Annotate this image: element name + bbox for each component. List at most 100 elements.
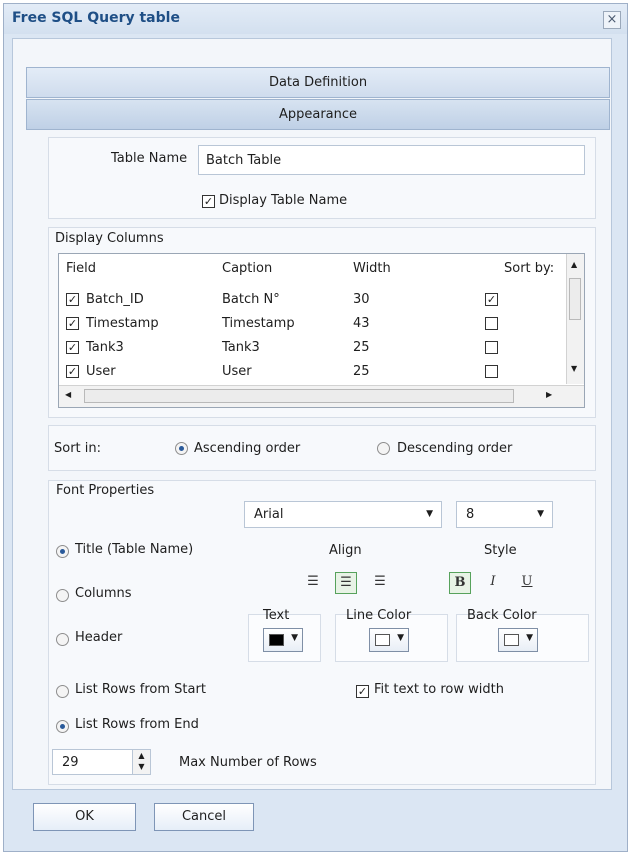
cancel-button[interactable]: Cancel: [154, 803, 254, 831]
fit-text-checkbox[interactable]: ✓: [356, 685, 369, 698]
back-color-swatch: [504, 634, 519, 646]
sort-group: Sort in: Ascending order Descending orde…: [48, 425, 596, 471]
tab-appearance[interactable]: Appearance: [26, 99, 610, 130]
vertical-scroll-thumb[interactable]: [569, 278, 581, 320]
table-row[interactable]: ✓ Timestamp Timestamp 43: [59, 312, 564, 336]
table-name-input[interactable]: Batch Table: [198, 145, 585, 175]
align-label: Align: [329, 543, 362, 558]
row-sort-checkbox[interactable]: [485, 317, 498, 330]
dialog-title: Free SQL Query table: [12, 10, 180, 26]
max-rows-value: 29: [62, 755, 79, 770]
align-right-icon[interactable]: ☰: [369, 572, 391, 594]
scroll-down-icon[interactable]: ▼: [571, 364, 577, 373]
row-caption: Timestamp: [222, 316, 295, 331]
font-size-value: 8: [466, 507, 475, 522]
display-table-name-label: Display Table Name: [219, 193, 348, 208]
back-color-label: Back Color: [467, 608, 537, 623]
row-sort-checkbox[interactable]: ✓: [485, 293, 498, 306]
row-caption: Tank3: [222, 340, 260, 355]
list-from-start-label: List Rows from Start: [75, 682, 206, 697]
align-center-icon[interactable]: ☰: [335, 572, 357, 594]
back-color-button[interactable]: ▼: [498, 628, 538, 652]
column-header-sort: Sort by:: [504, 261, 555, 276]
bold-icon[interactable]: B: [449, 572, 471, 594]
text-color-swatch: [269, 634, 284, 646]
descending-label: Descending order: [397, 441, 513, 456]
row-enabled-checkbox[interactable]: ✓: [66, 365, 79, 378]
display-columns-legend: Display Columns: [55, 231, 164, 246]
row-width: 25: [353, 340, 370, 355]
row-width: 25: [353, 364, 370, 379]
row-width: 30: [353, 292, 370, 307]
style-label: Style: [484, 543, 517, 558]
row-caption: Batch N°: [222, 292, 280, 307]
font-size-select[interactable]: 8 ▼: [456, 501, 553, 528]
row-caption: User: [222, 364, 252, 379]
close-icon[interactable]: ×: [603, 11, 621, 29]
underline-icon[interactable]: U: [516, 572, 538, 594]
fit-text-label: Fit text to row width: [374, 682, 504, 697]
dropdown-arrow-icon: ▼: [397, 633, 404, 643]
scroll-right-icon[interactable]: ▶: [546, 390, 552, 399]
column-header-caption: Caption: [222, 261, 273, 276]
line-color-label: Line Color: [346, 608, 412, 623]
horizontal-scroll-thumb[interactable]: [84, 389, 514, 403]
scroll-up-icon[interactable]: ▲: [571, 260, 577, 269]
max-rows-spinner[interactable]: 29 ▲ ▼: [52, 749, 151, 775]
font-family-value: Arial: [254, 507, 284, 522]
table-row[interactable]: ✓ User User 25: [59, 360, 564, 384]
row-width: 43: [353, 316, 370, 331]
row-sort-checkbox[interactable]: [485, 341, 498, 354]
spinner-arrows[interactable]: ▲ ▼: [132, 750, 150, 774]
ascending-label: Ascending order: [194, 441, 301, 456]
row-enabled-checkbox[interactable]: ✓: [66, 293, 79, 306]
line-color-swatch: [375, 634, 390, 646]
columns-radio-label: Columns: [75, 586, 132, 601]
scroll-left-icon[interactable]: ◀: [65, 390, 71, 399]
title-radio-label: Title (Table Name): [75, 542, 194, 557]
columns-radio[interactable]: [56, 589, 69, 602]
ascending-radio[interactable]: [175, 442, 188, 455]
list-from-end-radio[interactable]: [56, 720, 69, 733]
row-field: Batch_ID: [86, 292, 144, 307]
title-radio[interactable]: [56, 545, 69, 558]
table-header-row: Field Caption Width Sort by:: [59, 257, 564, 283]
font-family-select[interactable]: Arial ▼: [244, 501, 442, 528]
table-row[interactable]: ✓ Batch_ID Batch N° 30 ✓: [59, 288, 564, 312]
table-name-label: Table Name: [111, 151, 188, 166]
header-radio[interactable]: [56, 633, 69, 646]
row-field: User: [86, 364, 116, 379]
row-enabled-checkbox[interactable]: ✓: [66, 341, 79, 354]
ok-button[interactable]: OK: [33, 803, 136, 831]
font-properties-legend: Font Properties: [56, 483, 155, 498]
text-color-label: Text: [263, 608, 290, 623]
list-from-end-label: List Rows from End: [75, 717, 199, 732]
row-sort-checkbox[interactable]: [485, 365, 498, 378]
dropdown-arrow-icon: ▼: [537, 509, 544, 519]
descending-radio[interactable]: [377, 442, 390, 455]
row-enabled-checkbox[interactable]: ✓: [66, 317, 79, 330]
vertical-scrollbar[interactable]: ▲ ▼: [566, 254, 584, 384]
italic-icon[interactable]: I: [482, 572, 504, 594]
column-header-width: Width: [353, 261, 391, 276]
max-rows-label: Max Number of Rows: [179, 755, 317, 770]
align-left-icon[interactable]: ☰: [302, 572, 324, 594]
line-color-button[interactable]: ▼: [369, 628, 409, 652]
horizontal-scrollbar[interactable]: ◀ ▶: [59, 385, 584, 407]
table-row[interactable]: ✓ Tank3 Tank3 25: [59, 336, 564, 360]
header-radio-label: Header: [75, 630, 123, 645]
row-field: Timestamp: [86, 316, 159, 331]
sort-label: Sort in:: [54, 441, 102, 456]
spin-down-icon[interactable]: ▼: [133, 761, 150, 772]
list-from-start-radio[interactable]: [56, 685, 69, 698]
dropdown-arrow-icon: ▼: [291, 633, 298, 643]
columns-table: Field Caption Width Sort by: ✓ Batch_ID …: [58, 253, 585, 408]
dropdown-arrow-icon: ▼: [526, 633, 533, 643]
column-header-field: Field: [66, 261, 97, 276]
spin-up-icon[interactable]: ▲: [133, 750, 150, 761]
text-color-button[interactable]: ▼: [263, 628, 303, 652]
tab-data-definition[interactable]: Data Definition: [26, 67, 610, 98]
title-bar: Free SQL Query table ×: [4, 4, 627, 34]
row-field: Tank3: [86, 340, 124, 355]
display-table-name-checkbox[interactable]: ✓: [202, 195, 215, 208]
